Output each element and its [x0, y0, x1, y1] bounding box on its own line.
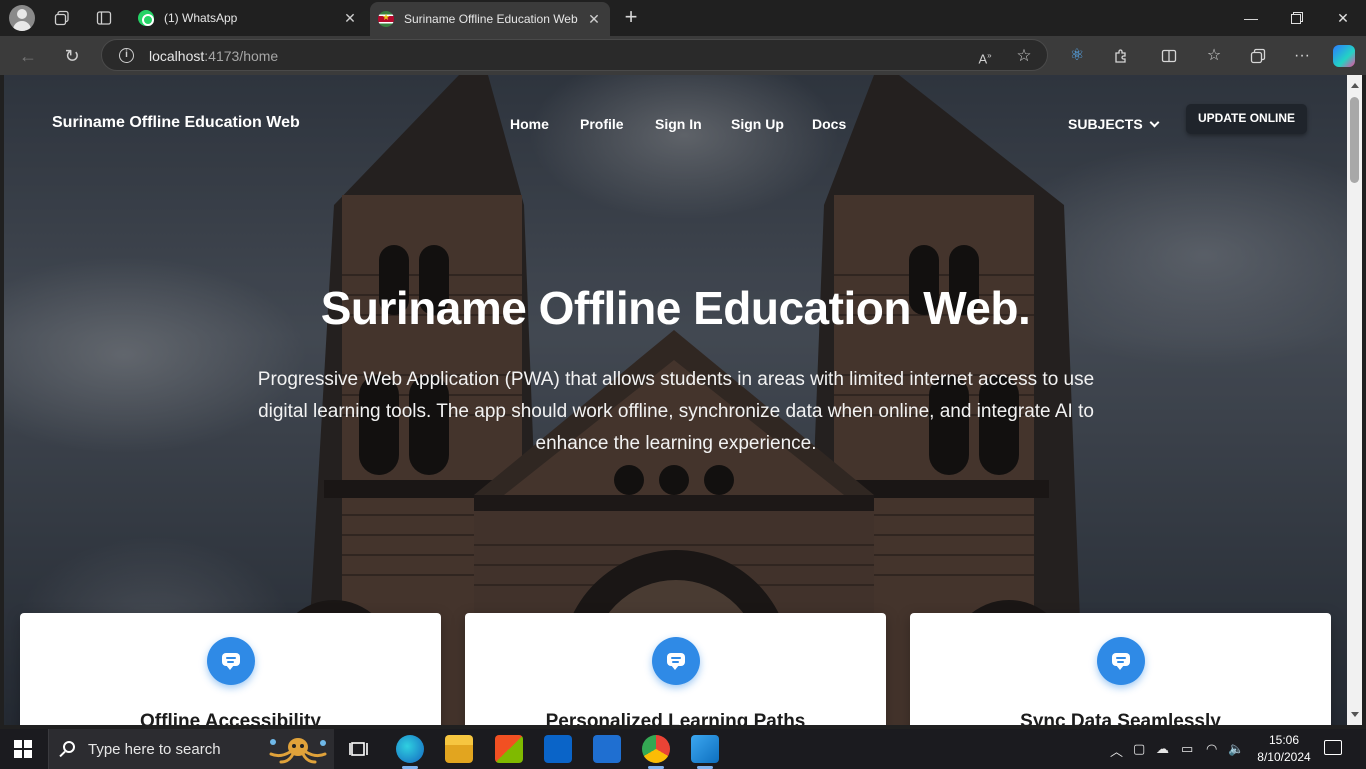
wifi-icon[interactable]: ◠ [1206, 741, 1217, 757]
tab-actions-icon[interactable] [92, 6, 116, 30]
scroll-up-icon[interactable] [1351, 83, 1359, 88]
url-host: localhost [149, 48, 205, 64]
page-scrollbar[interactable] [1347, 75, 1362, 725]
feature-card: Personalized Learning Paths [465, 613, 886, 725]
split-screen-icon[interactable] [1157, 44, 1181, 68]
close-window-icon[interactable]: ✕ [1320, 6, 1366, 30]
page-viewport: Suriname Offline Education Web Home Prof… [4, 75, 1347, 725]
onedrive-icon[interactable]: ☁ [1156, 741, 1169, 757]
whatsapp-icon [138, 10, 154, 26]
close-tab-icon[interactable]: ✕ [340, 10, 360, 27]
notification-center-icon[interactable] [1324, 740, 1342, 755]
refresh-icon[interactable]: ↻ [59, 43, 85, 69]
nav-sign-up-link[interactable]: Sign Up [731, 116, 784, 132]
copilot-icon[interactable] [1333, 45, 1355, 67]
feature-card: Offline Accessibility [20, 613, 441, 725]
taskbar-search-box[interactable]: Type here to search [48, 729, 334, 769]
clock-time: 15:06 [1268, 733, 1300, 747]
new-tab-icon[interactable]: + [620, 6, 642, 28]
show-hidden-icons-icon[interactable]: ︿ [1110, 741, 1123, 760]
feature-card-title: Offline Accessibility [140, 711, 321, 725]
vscode-icon[interactable] [691, 735, 719, 769]
chrome-icon[interactable] [642, 735, 670, 769]
subjects-label: SUBJECTS [1068, 116, 1143, 132]
scroll-down-icon[interactable] [1351, 712, 1359, 717]
feature-card-title: Sync Data Seamlessly [1020, 711, 1221, 725]
nav-profile-link[interactable]: Profile [580, 116, 624, 132]
nav-home-link[interactable]: Home [510, 116, 549, 132]
chevron-down-icon [1149, 117, 1160, 128]
search-icon [63, 741, 75, 753]
windows-taskbar: Type here to search ︿ ▢ ☁ ▭ ◠ 🔈 15:06 8/… [0, 729, 1366, 769]
hero-section: Suriname Offline Education Web Home Prof… [4, 75, 1347, 725]
microsoft-store-icon[interactable] [495, 735, 523, 763]
restore-icon[interactable] [1274, 6, 1320, 30]
workspaces-icon[interactable] [50, 6, 74, 30]
battery-icon[interactable]: ▭ [1181, 741, 1193, 757]
favorites-icon[interactable]: ☆ [1202, 44, 1226, 68]
nav-docs-link[interactable]: Docs [812, 116, 846, 132]
site-info-icon[interactable]: i [119, 48, 134, 63]
security-app-icon[interactable] [593, 735, 621, 763]
hero-title: Suriname Offline Education Web. [320, 282, 1031, 334]
subjects-dropdown[interactable]: SUBJECTS [1068, 116, 1160, 132]
suriname-flag-icon [378, 11, 394, 27]
system-clock[interactable]: 15:06 8/10/2024 [1254, 732, 1314, 766]
tab-suriname[interactable]: Suriname Offline Education Web ✕ [370, 2, 610, 36]
outlook-icon[interactable] [544, 735, 572, 763]
search-highlight-octopus-icon [269, 738, 327, 764]
minimize-icon[interactable]: — [1228, 6, 1274, 30]
tab-title: (1) WhatsApp [164, 11, 238, 25]
nav-sign-in-link[interactable]: Sign In [655, 116, 702, 132]
url-path: :4173/home [204, 48, 279, 64]
volume-icon[interactable]: 🔈 [1228, 741, 1244, 757]
windows-start-icon[interactable] [14, 740, 32, 758]
meet-now-icon[interactable]: ▢ [1133, 741, 1145, 757]
react-devtools-icon[interactable]: ⚛ [1065, 44, 1089, 68]
feature-card: Sync Data Seamlessly [910, 613, 1331, 725]
chat-icon [1097, 637, 1145, 685]
url-text[interactable]: localhost:4173/home [149, 48, 278, 64]
browser-title-bar: (1) WhatsApp ✕ Suriname Offline Educatio… [0, 0, 1366, 36]
file-explorer-icon[interactable] [445, 735, 473, 763]
close-tab-icon[interactable]: ✕ [584, 11, 604, 28]
feature-card-title: Personalized Learning Paths [545, 711, 806, 725]
profile-avatar[interactable] [9, 5, 35, 31]
search-placeholder: Type here to search [88, 741, 221, 758]
chat-icon [207, 637, 255, 685]
tab-title: Suriname Offline Education Web [404, 12, 578, 26]
site-brand[interactable]: Suriname Offline Education Web [52, 114, 300, 132]
more-menu-icon[interactable]: ··· [1290, 44, 1314, 68]
address-bar[interactable]: i localhost:4173/home A» ☆ [101, 39, 1048, 71]
update-online-button[interactable]: UPDATE ONLINE [1186, 104, 1307, 134]
scrollbar-thumb[interactable] [1350, 97, 1359, 183]
edge-taskbar-icon[interactable] [396, 735, 424, 769]
tab-whatsapp[interactable]: (1) WhatsApp ✕ [130, 4, 366, 32]
favorite-star-icon[interactable]: ☆ [1014, 46, 1034, 66]
task-view-icon[interactable] [346, 735, 374, 763]
chat-icon [652, 637, 700, 685]
read-aloud-icon[interactable]: A» [975, 46, 995, 66]
browser-toolbar: ← ↻ i localhost:4173/home A» ☆ ⚛ ☆ ··· [0, 36, 1366, 75]
collections-icon[interactable] [1246, 44, 1270, 68]
clock-date: 8/10/2024 [1257, 750, 1311, 764]
extensions-icon[interactable] [1109, 44, 1133, 68]
back-icon[interactable]: ← [15, 43, 41, 69]
hero-subtitle: Progressive Web Application (PWA) that a… [257, 369, 1095, 454]
